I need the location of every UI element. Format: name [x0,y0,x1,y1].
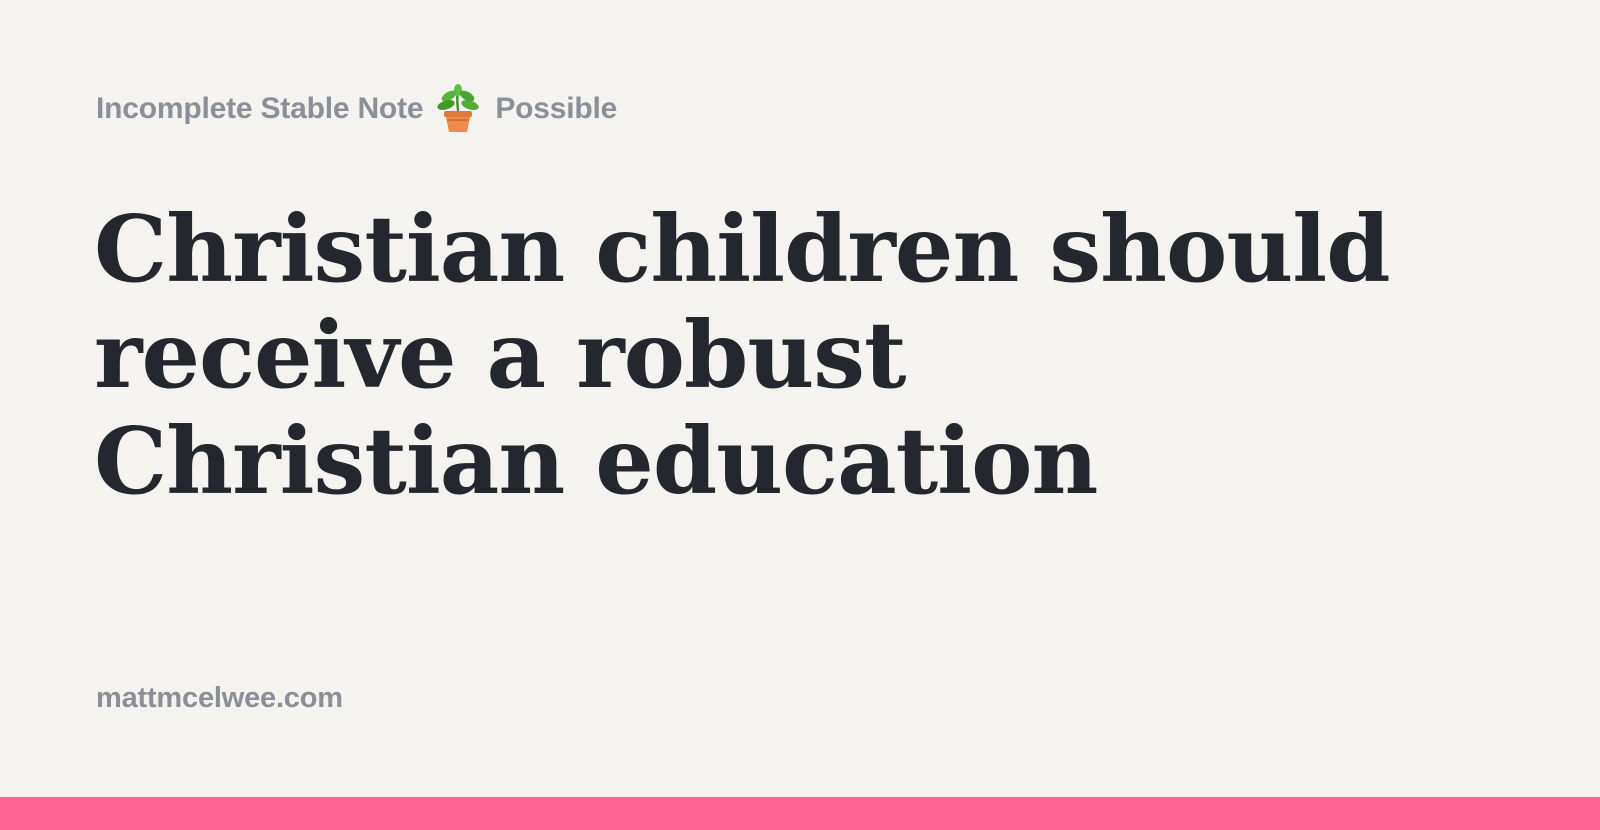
potted-plant-icon [435,84,481,134]
note-meta-row: Incomplete Stable Note Possible [96,84,617,134]
note-status-label: Incomplete Stable Note [96,92,424,125]
site-domain: mattmcelwee.com [96,682,343,714]
accent-bar [0,797,1600,830]
page-title: Christian children should receive a robu… [94,195,1391,515]
confidence-label: Possible [495,92,618,125]
